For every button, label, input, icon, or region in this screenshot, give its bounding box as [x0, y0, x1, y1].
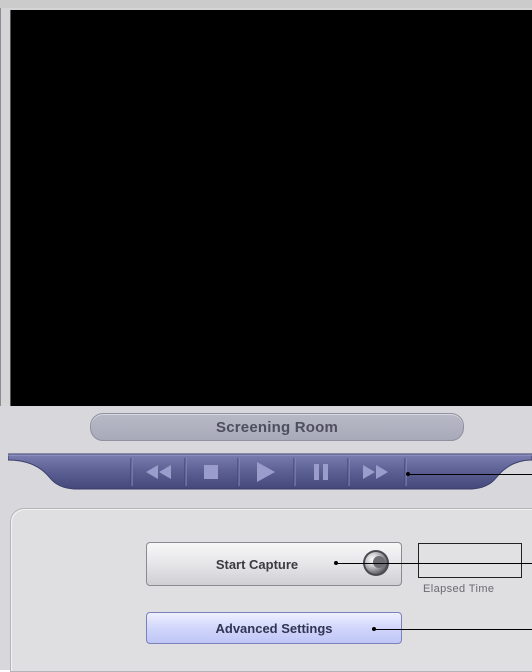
elapsed-time-label: Elapsed Time — [423, 583, 495, 595]
transport-callout-line — [408, 474, 532, 475]
capture-callout-dot — [334, 561, 338, 565]
elapsed-time-display — [418, 543, 522, 578]
transport-callout-dot — [406, 472, 410, 476]
capture-callout-line — [336, 563, 532, 564]
player-title: Screening Room — [90, 413, 464, 441]
settings-callout-dot — [372, 627, 376, 631]
app-window: Screening Room Start Capture Elapsed Tim… — [0, 0, 532, 672]
start-capture-label: Start Capture — [215, 556, 299, 572]
transport-dividers — [130, 458, 407, 486]
settings-callout-line — [374, 629, 532, 630]
video-preview — [10, 10, 532, 406]
advanced-settings-button[interactable]: Advanced Settings — [146, 612, 402, 644]
